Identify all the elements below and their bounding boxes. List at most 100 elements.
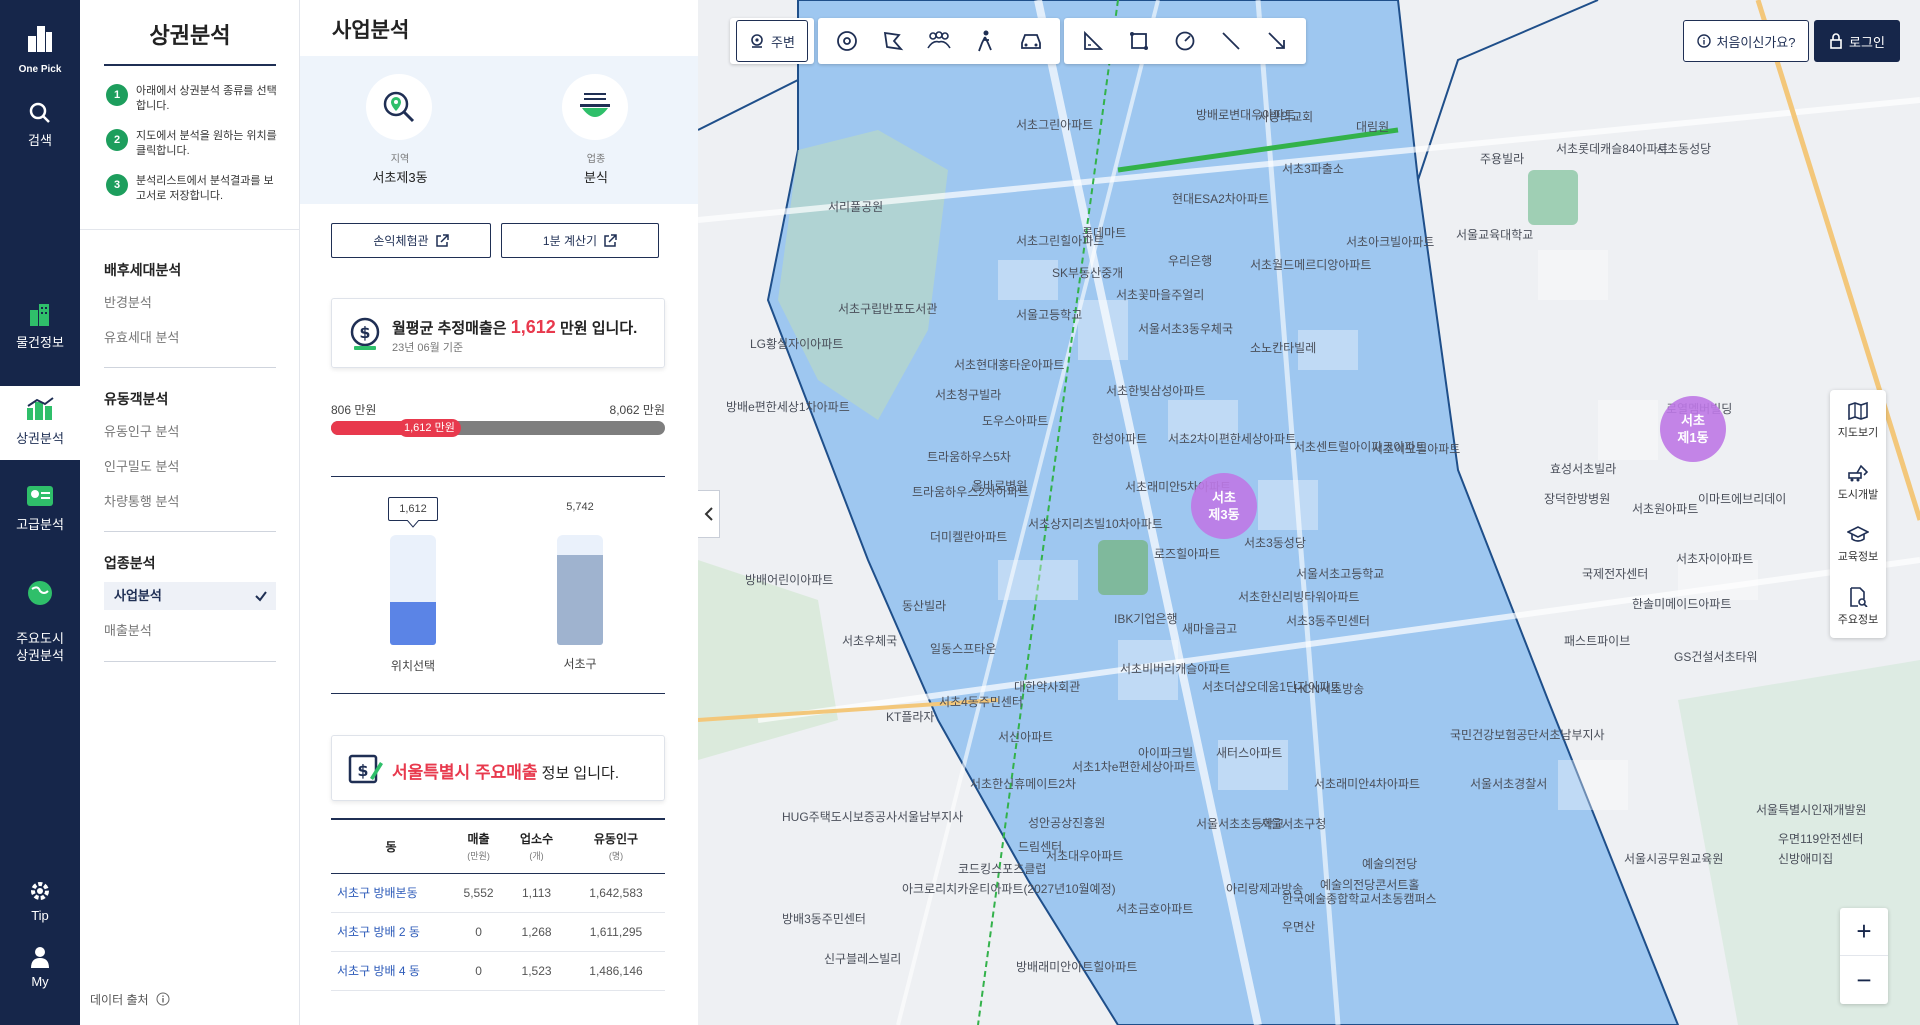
nav-market-analysis[interactable]: 상권분석 [0,386,80,460]
dong-sales-table: 동 매출 (만원) 업소수 (개) 유동인구 (명) 서초구 방배본동 5,552 1… [331,818,665,991]
map-label: 일동스프타운 [930,642,997,656]
map-view-button[interactable]: 지도보기 [1830,390,1886,452]
range-min: 806 만원 [331,403,377,417]
nav-search[interactable]: 검색 [0,102,80,149]
step-2: 2 지도에서 분석을 원하는 위치를 클릭합니다. [106,129,281,159]
table-row[interactable]: 서초구 방배 2 동 0 1,268 1,611,295 [331,912,665,952]
nearby-tool-label: 주변 [771,34,795,50]
nav-tip[interactable]: Tip [0,880,80,923]
city-development-label: 도시개발 [1837,489,1879,501]
menu-population-density[interactable]: 인구밀도 분석 [104,453,276,481]
toolbar-group-analysis [817,18,1060,64]
circle-tool-button[interactable] [1162,18,1208,64]
toolbar-group-measure [1063,18,1306,64]
compare-bar-district [557,535,603,645]
nav-property-info-label: 물건정보 [16,335,64,350]
col-floating-label: 유동인구 [593,832,639,847]
map-label: 서초한신휴메이트2차 [970,777,1077,791]
col-sales: 매출 (만원) [451,818,507,874]
map-label: 서초4동주민센터 [939,695,1023,709]
polygon-tool-button[interactable] [870,18,916,64]
cell-dong[interactable]: 서초구 방배 2 동 [331,912,451,952]
menu-business-analysis[interactable]: 사업분석 [104,582,276,610]
cell-dong[interactable]: 서초구 방배 4 동 [331,951,451,991]
logo[interactable]: One Pick [0,22,80,75]
map-label: 서초대우아파트 [1046,849,1124,863]
login-button[interactable]: 로그인 [1814,20,1900,62]
education-info-button[interactable]: 교육정보 [1830,514,1886,576]
zoom-in-button[interactable]: + [1840,908,1888,956]
map-label: 서초비버리캐슬아파트 [1120,662,1231,676]
cell-dong[interactable]: 서초구 방배본동 [331,873,451,913]
cell-sales: 0 [451,912,507,952]
menu-effective-household[interactable]: 유효세대 분석 [104,324,276,352]
map-label: 한성아파트 [1092,432,1148,446]
map-label: 코드킹스포츠클럽 [958,862,1047,876]
map-label: 서초자이아파트 [1676,552,1754,566]
sales-value: 1,612 [510,317,556,337]
search-icon [29,102,50,123]
col-stores-label: 업소수 [519,832,554,847]
arrow-tool-button[interactable] [1254,18,1300,64]
map-background [698,0,1920,1025]
info-icon [156,992,170,1006]
map-label: 로즈힐아파트 [1154,547,1221,561]
area-measure-button[interactable] [1070,18,1116,64]
chevron-left-icon [704,507,713,521]
nav-advanced-analysis[interactable]: 고급분석 [0,484,80,533]
cell-stores: 1,523 [506,951,567,991]
rectangle-tool-button[interactable] [1116,18,1162,64]
menu-floating-population[interactable]: 유동인구 분석 [104,418,276,446]
population-tool-button[interactable] [916,18,962,64]
map-label: 방배3동주민센터 [782,912,866,926]
nav-major-city[interactable]: 주요도시 상권분석 [0,562,80,664]
menu-vehicle-traffic[interactable]: 차량통행 분석 [104,488,276,516]
major-info-button[interactable]: 주요정보 [1830,576,1886,638]
map-label: 국민건강보험공단서초남부지사 [1450,728,1605,742]
region-pin-seocho1[interactable]: 서초 제1동 [1660,396,1726,462]
divider [80,229,300,230]
map-toolbar: 주변 [730,18,1306,64]
map-label: 방배e편한세상1차아파트 [726,400,850,414]
industry-label: 업종 [586,154,606,165]
nearby-icon [751,34,763,48]
map-label: 서초월드메르디앙아파트 [1250,258,1372,272]
menu-sales-analysis[interactable]: 매출분석 [104,617,276,645]
col-floating: 유동인구 (명) [566,818,665,874]
map-label: IBK기업은행 [1114,612,1178,626]
region-pin-seocho3[interactable]: 서초 제3동 [1191,473,1257,539]
money-note-icon: $ [348,754,383,784]
city-development-button[interactable]: 도시개발 [1830,452,1886,514]
collapse-panel-button[interactable] [698,490,720,538]
menu-radius-analysis[interactable]: 반경분석 [104,289,276,317]
profit-experience-label: 손익체험관 [373,234,429,248]
profit-experience-button[interactable]: 손익체험관 [331,223,491,258]
map-label: 사랑의교회 [1258,110,1314,124]
data-source[interactable]: 데이터 출처 [90,991,170,1008]
nav-major-city-label: 주요도시 상권분석 [16,631,64,663]
zoom-out-button[interactable]: − [1840,956,1888,1004]
map-label: 서울교육대학교 [1456,228,1534,242]
table-row[interactable]: 서초구 방배 4 동 0 1,523 1,486,146 [331,951,665,991]
map-label: 아리랑제과방송 [1226,882,1304,896]
one-minute-calculator-button[interactable]: 1분 계산기 [501,223,659,258]
line-tool-button[interactable] [1208,18,1254,64]
walking-tool-button[interactable] [962,18,1008,64]
map-label: 서초현대홍타운아파트 [954,358,1065,372]
nav-my-label: My [31,974,49,989]
first-time-help-button[interactable]: 처음이신가요? [1683,20,1809,62]
map-label: 서초금호아파트 [1116,902,1194,916]
education-info-label: 교육정보 [1837,551,1879,563]
buildings-icon [30,304,49,326]
toolbar-group-search: 주변 [730,18,814,64]
radius-tool-button[interactable] [824,18,870,64]
map-view[interactable]: 서리풀공원 서초구립반포도서관 LG황실자이아파트 방배e편한세상1차아파트 서초그린힐… [698,0,1920,1025]
nav-my[interactable]: My [0,946,80,989]
nav-property-info[interactable]: 물건정보 [0,302,80,351]
map-label: 효성서초빌라 [1550,462,1617,476]
vehicle-tool-button[interactable] [1008,18,1054,64]
table-row[interactable]: 서초구 방배본동 5,552 1,113 1,642,583 [331,873,665,913]
map-label: 서초동성당 [1656,142,1712,156]
nearby-tool-button[interactable]: 주변 [736,20,808,62]
circle-measure-icon [1175,31,1195,51]
